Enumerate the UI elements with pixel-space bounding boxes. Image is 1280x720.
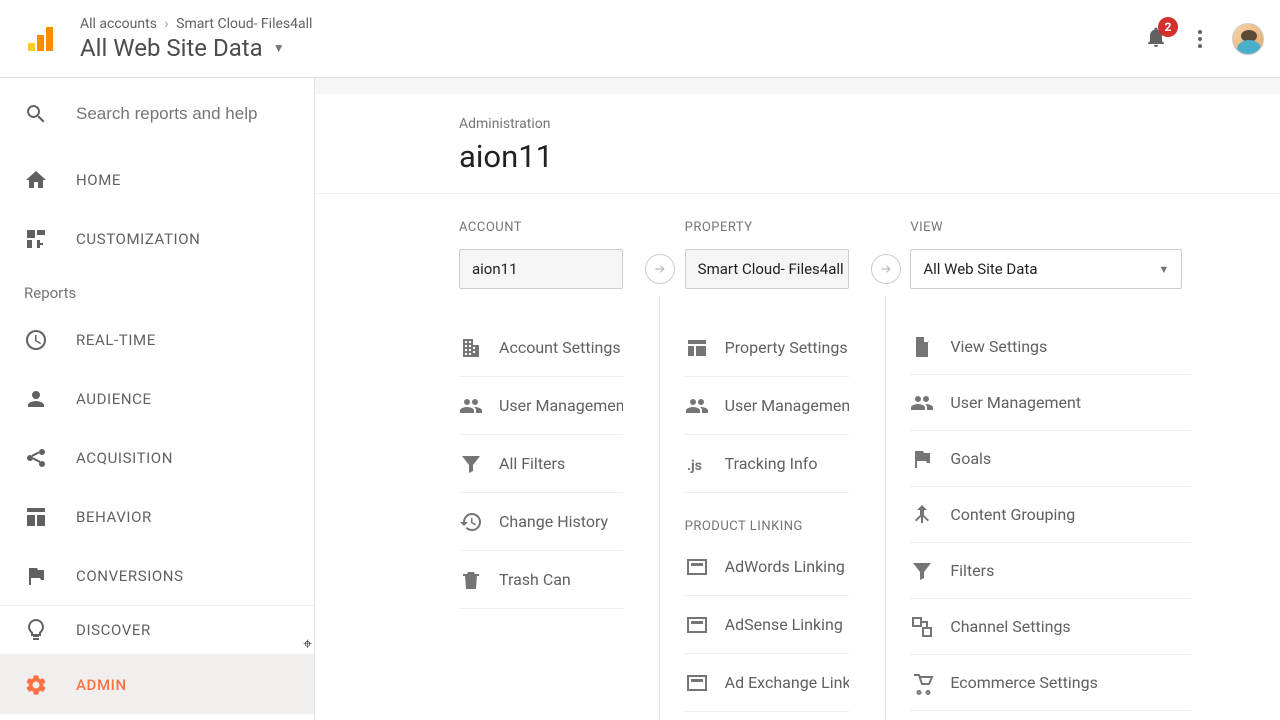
search-row[interactable] xyxy=(0,78,314,150)
breadcrumb[interactable]: All accounts › Smart Cloud- Files4all xyxy=(80,16,1144,32)
person-icon xyxy=(24,387,48,411)
layout-icon xyxy=(685,336,709,360)
js-icon: .js xyxy=(685,452,709,476)
view-selector[interactable]: All Web Site Data ▼ xyxy=(80,34,1144,62)
nav-admin[interactable]: ADMIN xyxy=(0,655,314,714)
caret-down-icon: ▼ xyxy=(273,41,285,55)
channels-icon xyxy=(910,615,934,639)
account-selector[interactable]: aion11 xyxy=(459,249,623,289)
chevron-right-icon: › xyxy=(164,16,168,32)
view-selector-title: All Web Site Data xyxy=(80,34,263,62)
account-user-mgmt-link[interactable]: User Management xyxy=(459,377,623,435)
goals-link[interactable]: Goals xyxy=(910,431,1190,487)
merge-icon xyxy=(910,503,934,527)
search-input[interactable] xyxy=(76,104,290,124)
property-settings-link[interactable]: Property Settings xyxy=(685,319,849,377)
nav-customization[interactable]: CUSTOMIZATION xyxy=(0,209,314,268)
property-column: PROPERTY Smart Cloud- Files4all Property… xyxy=(685,220,911,712)
reports-section-label: Reports xyxy=(0,268,314,310)
main-panel: Administration aion11 ACCOUNT aion11 Acc… xyxy=(315,78,1280,720)
grid-icon xyxy=(24,505,48,529)
trash-icon xyxy=(459,568,483,592)
account-label: ACCOUNT xyxy=(459,220,653,235)
nav-discover[interactable]: DISCOVER xyxy=(0,606,314,654)
admin-header: Administration aion11 xyxy=(315,94,1280,194)
people-icon xyxy=(685,394,709,418)
analytics-logo xyxy=(24,23,56,55)
change-history-link[interactable]: Change History xyxy=(459,493,623,551)
lightbulb-icon xyxy=(24,618,48,642)
content-grouping-link[interactable]: Content Grouping xyxy=(910,487,1190,543)
notifications-button[interactable]: 2 xyxy=(1144,25,1168,53)
view-label: VIEW xyxy=(910,220,1190,235)
cart-icon xyxy=(910,671,934,695)
card-icon xyxy=(685,671,709,695)
tracking-info-link[interactable]: .jsTracking Info xyxy=(685,435,849,493)
svg-text:.js: .js xyxy=(687,458,702,474)
nav-behavior[interactable]: BEHAVIOR xyxy=(0,487,314,546)
adwords-linking-link[interactable]: AdWords Linking xyxy=(685,538,849,596)
all-filters-link[interactable]: All Filters xyxy=(459,435,623,493)
adsense-linking-link[interactable]: AdSense Linking xyxy=(685,596,849,654)
avatar[interactable] xyxy=(1232,23,1264,55)
share-icon xyxy=(24,446,48,470)
app-header: All accounts › Smart Cloud- Files4all Al… xyxy=(0,0,1280,78)
history-icon xyxy=(459,510,483,534)
property-label: PROPERTY xyxy=(685,220,879,235)
divider-line xyxy=(885,296,886,720)
property-selector[interactable]: Smart Cloud- Files4all xyxy=(685,249,849,289)
view-filters-link[interactable]: Filters xyxy=(910,543,1190,599)
card-icon xyxy=(685,613,709,637)
more-vert-icon[interactable] xyxy=(1188,27,1212,51)
file-icon xyxy=(910,335,934,359)
card-icon xyxy=(685,555,709,579)
view-user-mgmt-link[interactable]: User Management xyxy=(910,375,1190,431)
nav-conversions[interactable]: CONVERSIONS xyxy=(0,546,314,605)
people-icon xyxy=(910,391,934,415)
view-column: VIEW All Web Site Data▼ View Settings Us… xyxy=(910,220,1222,712)
divider-line xyxy=(659,296,660,720)
ecommerce-settings-link[interactable]: Ecommerce Settings xyxy=(910,655,1190,711)
home-icon xyxy=(24,168,48,192)
notification-badge: 2 xyxy=(1158,17,1178,37)
funnel-icon xyxy=(910,559,934,583)
caret-down-icon: ▼ xyxy=(1158,263,1169,276)
admin-subtitle: Administration xyxy=(459,116,1136,132)
arrow-right-circle-icon xyxy=(879,262,893,276)
sidebar: HOME CUSTOMIZATION Reports REAL-TIME AUD… xyxy=(0,78,315,720)
channel-settings-link[interactable]: Channel Settings xyxy=(910,599,1190,655)
gear-icon xyxy=(24,673,48,697)
product-linking-label: PRODUCT LINKING xyxy=(685,519,879,534)
arrow-right-circle-icon xyxy=(653,262,667,276)
flag-icon xyxy=(910,447,934,471)
funnel-icon xyxy=(459,452,483,476)
account-settings-link[interactable]: Account Settings xyxy=(459,319,623,377)
view-settings-link[interactable]: View Settings xyxy=(910,319,1190,375)
trash-can-link[interactable]: Trash Can xyxy=(459,551,623,609)
breadcrumb-leaf[interactable]: Smart Cloud- Files4all xyxy=(176,16,312,32)
search-icon xyxy=(24,102,48,126)
breadcrumb-root[interactable]: All accounts xyxy=(80,16,157,32)
admin-title: aion11 xyxy=(459,138,1136,175)
account-arrow-button[interactable] xyxy=(645,254,675,284)
nav-acquisition[interactable]: ACQUISITION xyxy=(0,428,314,487)
view-selector-dropdown[interactable]: All Web Site Data▼ xyxy=(910,249,1182,289)
account-column: ACCOUNT aion11 Account Settings User Man… xyxy=(459,220,685,712)
flag-icon xyxy=(24,564,48,588)
nav-home[interactable]: HOME xyxy=(0,150,314,209)
property-user-mgmt-link[interactable]: User Management xyxy=(685,377,849,435)
nav-audience[interactable]: AUDIENCE xyxy=(0,369,314,428)
adexchange-linking-link[interactable]: Ad Exchange Linking xyxy=(685,654,849,712)
dashboard-icon xyxy=(24,227,48,251)
people-icon xyxy=(459,394,483,418)
nav-realtime[interactable]: REAL-TIME xyxy=(0,310,314,369)
clock-icon xyxy=(24,328,48,352)
property-arrow-button[interactable] xyxy=(871,254,901,284)
building-icon xyxy=(459,336,483,360)
